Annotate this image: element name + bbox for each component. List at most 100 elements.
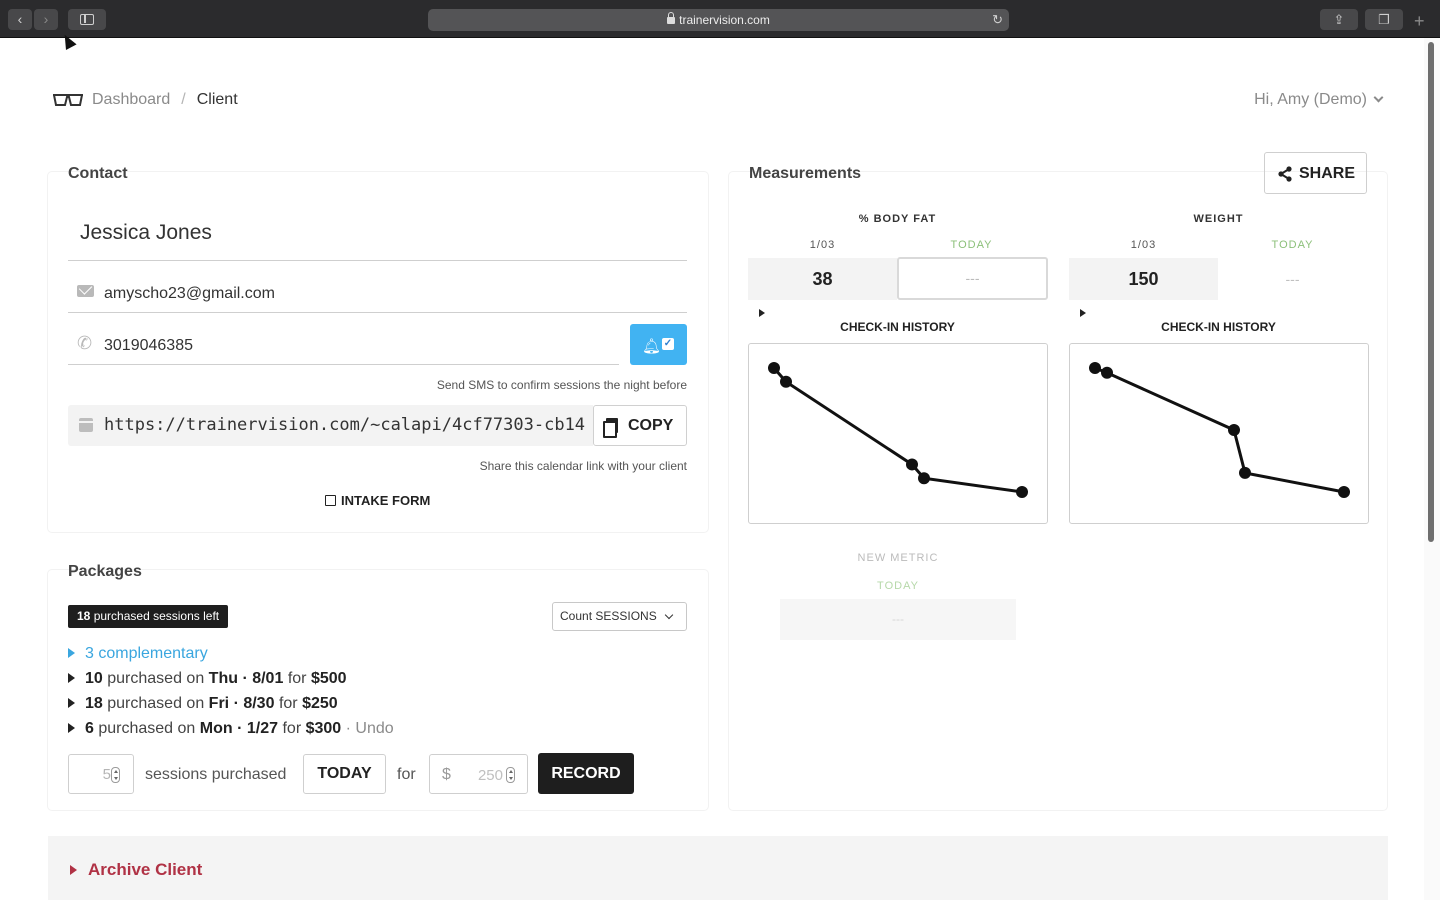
sessions-count-placeholder: 5	[102, 766, 111, 783]
address-bar[interactable]: trainervision.com ↻	[428, 9, 1009, 31]
record-button[interactable]: RECORD	[538, 753, 634, 794]
breadcrumb: Dashboard / Client	[92, 91, 238, 109]
client-name-field[interactable]: Jessica Jones	[68, 208, 687, 261]
price-input[interactable]: $ 250	[429, 754, 528, 794]
archive-client-section[interactable]: Archive Client	[48, 836, 1388, 900]
data-point	[1016, 486, 1028, 498]
purchase-date-button[interactable]: TODAY	[303, 754, 386, 794]
weight-chart	[1069, 343, 1369, 524]
today-value-input[interactable]: ---	[897, 257, 1048, 300]
sms-hint: Send SMS to confirm sessions the night b…	[436, 378, 687, 392]
today-label: TODAY	[950, 239, 993, 251]
sessions-purchased-label: sessions purchased	[145, 766, 287, 783]
copy-button[interactable]: COPY	[593, 405, 687, 446]
sessions-count-input[interactable]: 5	[68, 754, 134, 794]
sms-reminder-toggle[interactable]: 🔔︎ ✓	[630, 324, 687, 365]
checkbox-checked-icon[interactable]: ✓	[662, 338, 674, 350]
data-point	[1101, 366, 1113, 379]
undo-link[interactable]: · Undo	[346, 720, 394, 737]
intake-form-link[interactable]: INTAKE FORM	[325, 493, 430, 508]
expand-triangle-icon	[68, 648, 75, 658]
purchase-price: $250	[302, 695, 338, 712]
complementary-label: 3 complementary	[85, 645, 208, 662]
share-button[interactable]: SHARE	[1264, 152, 1367, 194]
last-date-label: 1/03	[809, 239, 836, 251]
tabs-overview-button[interactable]: ❐	[1365, 9, 1403, 30]
expand-triangle-icon[interactable]	[759, 309, 765, 317]
purchase-price: $300	[305, 720, 342, 737]
last-value: 38	[748, 258, 897, 300]
reload-icon[interactable]: ↻	[992, 9, 1003, 31]
user-menu[interactable]: Hi, Amy (Demo)	[1254, 91, 1384, 109]
purchase-for: for	[278, 695, 298, 712]
today-value-input[interactable]: ---	[1218, 258, 1367, 300]
data-point	[918, 472, 930, 485]
data-point	[780, 375, 792, 388]
expand-triangle-icon	[68, 723, 75, 733]
share-icon	[1278, 166, 1292, 182]
lock-icon	[667, 12, 676, 24]
weight-chart-svg	[1089, 362, 1350, 498]
today-label: TODAY	[1271, 239, 1314, 251]
sessions-left-badge: 18 purchased sessions left	[68, 605, 229, 628]
archive-client-label: Archive Client	[88, 860, 203, 879]
breadcrumb-current: Client	[196, 91, 238, 108]
share-page-button[interactable]: ⇪	[1320, 9, 1358, 30]
sidebar-icon	[80, 14, 94, 25]
phone-field[interactable]: ✆ 3019046385	[68, 325, 619, 365]
expand-triangle-icon[interactable]	[1080, 309, 1086, 317]
series-line	[1094, 366, 1345, 494]
check-in-history-label[interactable]: CHECK-IN HISTORY	[748, 320, 1047, 334]
purchase-mid: purchased on	[98, 720, 196, 737]
calendar-link-field[interactable]: https://trainervision.com/~calapi/4cf773…	[68, 405, 593, 446]
purchase-count: 6	[85, 720, 94, 737]
url-text: trainervision.com	[679, 13, 770, 27]
scrollbar-thumb[interactable]	[1428, 42, 1434, 542]
breadcrumb-dashboard-link[interactable]: Dashboard	[92, 91, 170, 108]
metric-title: WEIGHT	[1193, 213, 1244, 225]
email-field[interactable]: amyscho23@gmail.com	[68, 273, 687, 313]
purchase-price: $500	[310, 670, 347, 687]
purchase-mid: purchased on	[107, 695, 205, 712]
calendar-icon	[79, 418, 93, 432]
stepper-icon[interactable]	[111, 767, 120, 783]
forward-button[interactable]: ›	[34, 9, 58, 30]
series-line	[772, 367, 1023, 494]
purchase-item[interactable]: 6 purchased on Mon · 1/27 for $300 · Und…	[68, 720, 394, 738]
for-label: for	[397, 766, 416, 783]
data-point	[1338, 486, 1350, 498]
today-value-placeholder: ---	[965, 270, 980, 286]
caret-down-icon	[664, 610, 674, 620]
purchase-count: 10	[85, 670, 103, 687]
purchase-day: Fri · 8/30	[208, 695, 275, 712]
back-button[interactable]: ‹	[8, 9, 32, 30]
new-metric-input[interactable]: ---	[780, 599, 1016, 640]
body-fat-chart	[748, 343, 1048, 524]
stepper-icon[interactable]	[506, 767, 515, 783]
sessions-left-count: 18	[77, 609, 91, 623]
user-greeting: Hi, Amy (Demo)	[1254, 91, 1367, 108]
glasses-logo-icon[interactable]	[52, 93, 84, 107]
purchase-day: Mon · 1/27	[199, 720, 279, 737]
purchase-count: 18	[85, 695, 103, 712]
check-in-history-label[interactable]: CHECK-IN HISTORY	[1069, 320, 1368, 334]
browser-toolbar: ‹ › trainervision.com ↻ ⇪ ❐ +	[0, 0, 1440, 38]
envelope-icon	[77, 285, 94, 297]
last-value: 150	[1069, 258, 1218, 300]
price-placeholder: 250	[477, 767, 503, 784]
calendar-link-value: https://trainervision.com/~calapi/4cf773…	[104, 415, 586, 435]
expand-triangle-icon	[68, 698, 75, 708]
last-date-label: 1/03	[1130, 239, 1157, 251]
sidebar-toggle-button[interactable]	[68, 9, 106, 30]
sessions-left-text: purchased sessions left	[93, 609, 220, 623]
metric-title: % BODY FAT	[858, 213, 937, 225]
data-point	[1239, 466, 1251, 479]
bell-icon: 🔔︎	[642, 338, 662, 355]
purchase-item[interactable]: 10 purchased on Thu · 8/01 for $500	[68, 670, 347, 688]
phone-icon: ✆	[77, 333, 93, 353]
new-tab-icon[interactable]: +	[1414, 12, 1425, 30]
complementary-item[interactable]: 3 complementary	[68, 645, 208, 663]
count-mode-select[interactable]: Count SESSIONS	[552, 602, 687, 631]
intake-form-label: INTAKE FORM	[341, 493, 431, 508]
purchase-item[interactable]: 18 purchased on Fri · 8/30 for $250	[68, 695, 338, 713]
